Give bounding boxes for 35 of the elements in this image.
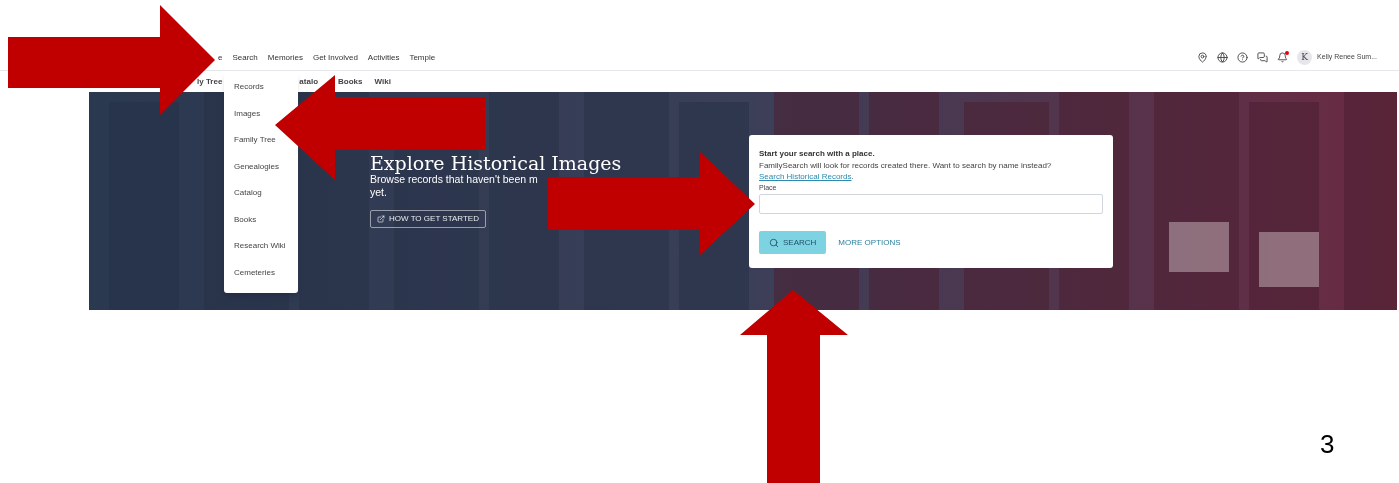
avatar[interactable]: K: [1297, 50, 1313, 65]
hero-subtitle: yet.: [370, 186, 388, 199]
bell-icon[interactable]: [1277, 52, 1289, 63]
more-options-link[interactable]: MORE OPTIONS: [838, 236, 901, 249]
menu-item[interactable]: Cemeteries: [234, 266, 275, 293]
globe-icon[interactable]: [1217, 52, 1229, 63]
nav-link[interactable]: Memories: [267, 51, 303, 64]
chat-icon[interactable]: [1257, 52, 1269, 63]
card-description: FamilySearch will look for records created there. Want to search by name instead? Search Historical Records.: [759, 160, 1053, 182]
menu-item[interactable]: Catalog: [234, 187, 262, 214]
menu-item[interactable]: Books: [234, 213, 257, 240]
nav-link[interactable]: Search: [232, 51, 258, 64]
search-icon: [769, 237, 779, 248]
hero-subtitle: Browse records that haven't been m: [370, 173, 539, 186]
card-heading: Start your search with a place.: [759, 148, 876, 160]
menu-item[interactable]: Family Tree: [234, 134, 276, 161]
external-link-icon: [377, 215, 385, 223]
place-field[interactable]: [759, 194, 1103, 214]
search-button[interactable]: SEARCH: [759, 231, 827, 254]
subnav-link[interactable]: Books: [338, 75, 363, 88]
nav-link[interactable]: e: [218, 51, 223, 64]
menu-item[interactable]: Research Wiki: [234, 240, 286, 267]
subnav-link[interactable]: atalo: [299, 75, 319, 88]
nav-link[interactable]: Activities: [367, 51, 400, 64]
menu-item[interactable]: Records: [234, 81, 264, 108]
nav-link[interactable]: Get Involved: [312, 51, 358, 64]
how-to-button[interactable]: HOW TO GET STARTED: [370, 210, 486, 228]
subnav-link[interactable]: ly Tree: [197, 75, 223, 88]
slide-number: 3: [1320, 428, 1335, 461]
nav-link[interactable]: Temple: [409, 51, 436, 64]
help-icon[interactable]: [1237, 52, 1249, 63]
location-pin-icon[interactable]: [1197, 52, 1209, 63]
subnav-link[interactable]: Wiki: [374, 75, 391, 88]
menu-item[interactable]: Images: [234, 107, 261, 134]
menu-item[interactable]: Genealogies: [234, 160, 279, 187]
